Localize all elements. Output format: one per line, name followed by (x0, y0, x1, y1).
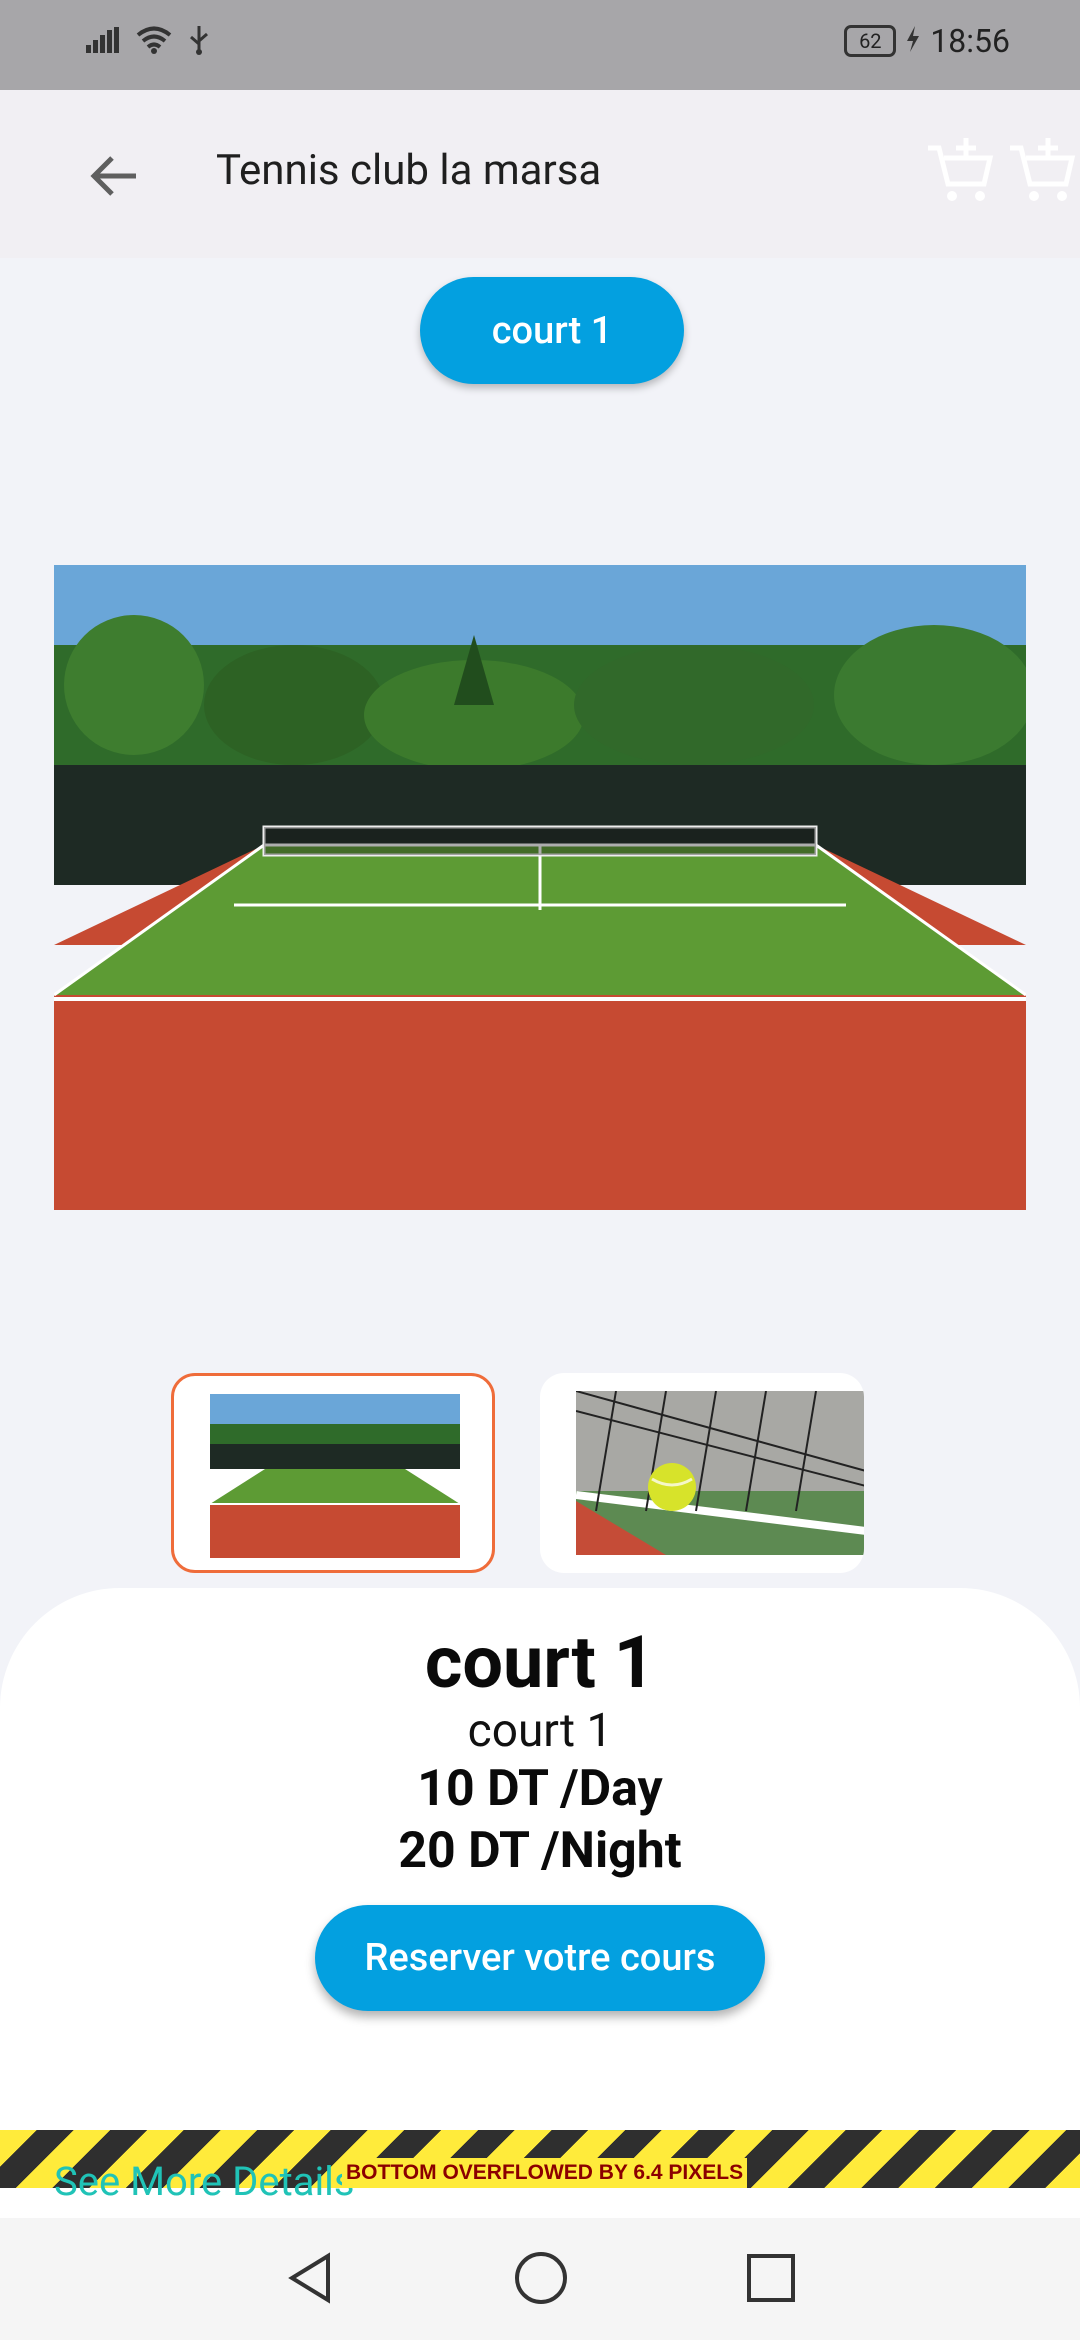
charging-icon (906, 26, 920, 56)
page-title: Tennis club la marsa (216, 146, 602, 195)
court-thumbnail-image (210, 1394, 460, 1558)
tennis-ball-thumbnail-image (576, 1391, 864, 1555)
court-selector-button[interactable]: court 1 (420, 277, 684, 384)
gallery-thumbnail-ball[interactable] (540, 1373, 864, 1573)
status-time: 18:56 (930, 22, 1010, 60)
add-to-cart-icon (928, 138, 994, 201)
nav-home-icon (515, 2252, 567, 2304)
add-to-cart-button[interactable] (926, 136, 996, 206)
nav-home-button[interactable] (511, 2248, 571, 2308)
gallery-thumbnail-court[interactable] (171, 1373, 495, 1573)
price-day: 10 DT /Day (417, 1760, 663, 1818)
usb-icon (188, 24, 210, 60)
arrow-left-icon (90, 156, 136, 196)
court-title: court 1 (424, 1620, 656, 1705)
court-subtitle: court 1 (467, 1704, 613, 1758)
see-more-details-link[interactable]: See More Details (54, 2158, 355, 2205)
add-to-cart-button[interactable] (1008, 136, 1078, 206)
signal-icon (86, 27, 120, 57)
nav-back-button[interactable] (282, 2248, 342, 2308)
nav-recents-button[interactable] (741, 2248, 801, 2308)
navigation-bar (0, 2218, 1080, 2340)
nav-back-icon (288, 2252, 330, 2304)
nav-recents-icon (747, 2254, 795, 2302)
wifi-icon (136, 26, 172, 58)
overflow-warning-label: BOTTOM OVERFLOWED BY 6.4 PIXELS (342, 2158, 748, 2188)
app-bar: Tennis club la marsa (0, 90, 1080, 258)
status-bar: 62 18:56 (0, 0, 1080, 90)
reserve-button[interactable]: Reserver votre cours (315, 1905, 765, 2011)
add-to-cart-icon (1010, 138, 1076, 201)
court-main-image (54, 565, 1026, 1210)
battery-icon: 62 (844, 25, 897, 57)
battery-level: 62 (859, 29, 882, 53)
back-button[interactable] (80, 142, 148, 210)
price-night: 20 DT /Night (398, 1822, 682, 1880)
